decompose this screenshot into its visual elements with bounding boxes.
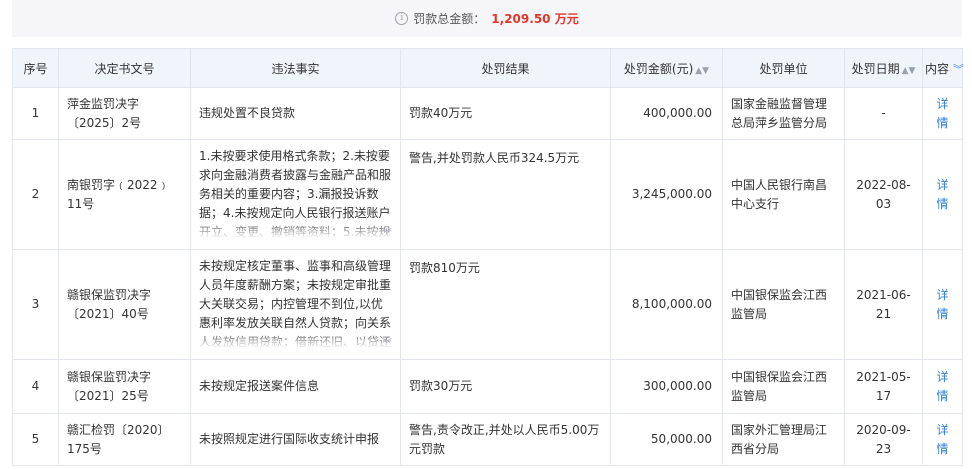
- cell-date: 2022-08-03: [844, 139, 923, 250]
- cell-unit: 中国银保监会江西监管局: [722, 359, 845, 414]
- cell-no: 4: [12, 359, 59, 414]
- cell-unit: 中国人民银行南昌中心支行: [722, 139, 845, 250]
- cell-amount: 50,000.00: [610, 413, 723, 466]
- cell-action: 详情: [922, 413, 963, 466]
- col-header-amount[interactable]: 处罚金额(元) ▲▼: [610, 48, 723, 88]
- cell-amount: 8,100,000.00: [610, 249, 723, 360]
- cell-fact: 1.未按要求使用格式条款；2.未按要求向金融消费者披露与金融产品和服务相关的重要…: [190, 139, 401, 250]
- details-link[interactable]: 详情: [936, 288, 948, 321]
- cell-doc: 南银罚字﹙2022﹚11号: [58, 139, 191, 250]
- cell-date: 2021-06-21: [844, 249, 923, 360]
- cell-doc: 赣汇检罚〔2020〕175号: [58, 413, 191, 466]
- cell-fact: 未按规定报送案件信息: [190, 359, 401, 414]
- cell-no: 1: [12, 87, 59, 140]
- fine-total-summary: i 罚款总金额： 1,209.50 万元: [12, 0, 962, 37]
- cell-unit: 国家外汇管理局江西省分局: [722, 413, 845, 466]
- details-link[interactable]: 详情: [936, 178, 948, 211]
- cell-action: 详情: [922, 139, 963, 250]
- col-header-label: 处罚日期: [851, 61, 900, 76]
- cell-amount: 300,000.00: [610, 359, 723, 414]
- table-header-row: 序号 决定书文号 违法事实 处罚结果 处罚金额(元) ▲▼ 处罚单位 处罚日期 ▲▼…: [12, 48, 964, 88]
- cell-no: 5: [12, 413, 59, 466]
- cell-unit: 中国银保监会江西监管局: [722, 249, 845, 360]
- col-header-label: 违法事实: [271, 61, 320, 76]
- cell-action: 详情: [922, 359, 963, 414]
- cell-result: 罚款40万元: [400, 87, 611, 140]
- cell-amount: 400,000.00: [610, 87, 723, 140]
- cell-fact: 未按规定核定董事、监事和高级管理人员年度薪酬方案；未按规定审批重大关联交易；内控…: [190, 249, 401, 360]
- col-header-result: 处罚结果: [400, 48, 611, 88]
- table-row: 4 赣银保监罚决字〔2021〕25号 未按规定报送案件信息 罚款30万元 300…: [12, 359, 963, 414]
- col-header-label: 处罚结果: [481, 61, 530, 76]
- fact-text-clip: 1.未按要求使用格式条款；2.未按要求向金融消费者披露与金融产品和服务相关的重要…: [199, 147, 392, 242]
- table-row: 3 赣银保监罚决字〔2021〕40号 未按规定核定董事、监事和高级管理人员年度薪…: [12, 249, 963, 360]
- cell-doc: 赣银保监罚决字〔2021〕25号: [58, 359, 191, 414]
- expand-chevron-icon[interactable]: ︾: [382, 225, 392, 242]
- cell-result: 警告,责令改正,并处以人民币5.00万元罚款: [400, 413, 611, 466]
- table-row: 5 赣汇检罚〔2020〕175号 未按照规定进行国际收支统计申报 警告,责令改正…: [12, 413, 963, 466]
- fact-text-clip: 未按规定核定董事、监事和高级管理人员年度薪酬方案；未按规定审批重大关联交易；内控…: [199, 257, 392, 352]
- cell-action: 详情: [922, 87, 963, 140]
- cell-date: -: [844, 87, 923, 140]
- penalty-table: 序号 决定书文号 违法事实 处罚结果 处罚金额(元) ▲▼ 处罚单位 处罚日期 ▲▼…: [12, 48, 964, 466]
- col-header-content: 内容 ︾: [922, 48, 964, 88]
- fade-overlay: [199, 220, 392, 242]
- cell-date: 2020-09-23: [844, 413, 923, 466]
- cell-doc: 萍金监罚决字〔2025〕2号: [58, 87, 191, 140]
- cell-result: 警告,并处罚款人民币324.5万元: [400, 139, 611, 250]
- fine-total-amount: 1,209.50 万元: [491, 12, 579, 26]
- sort-icon[interactable]: ▲▼: [902, 66, 916, 76]
- cell-date: 2021-05-17: [844, 359, 923, 414]
- col-header-label: 处罚单位: [759, 61, 808, 76]
- table-row: 1 萍金监罚决字〔2025〕2号 违规处置不良贷款 罚款40万元 400,000…: [12, 87, 963, 140]
- fade-overlay: [199, 330, 392, 352]
- col-header-no: 序号: [12, 48, 59, 88]
- col-header-label: 序号: [23, 61, 48, 76]
- details-link[interactable]: 详情: [936, 370, 948, 403]
- col-header-fact: 违法事实: [190, 48, 401, 88]
- cell-fact: 违规处置不良贷款: [190, 87, 401, 140]
- col-header-label: 处罚金额(元): [623, 61, 694, 76]
- cell-unit: 国家金融监督管理总局萍乡监管分局: [722, 87, 845, 140]
- expand-chevron-icon[interactable]: ︾: [382, 335, 392, 352]
- col-header-date[interactable]: 处罚日期 ▲▼: [844, 48, 923, 88]
- table-row: 2 南银罚字﹙2022﹚11号 1.未按要求使用格式条款；2.未按要求向金融消费…: [12, 139, 963, 250]
- cell-action: 详情: [922, 249, 963, 360]
- cell-doc: 赣银保监罚决字〔2021〕40号: [58, 249, 191, 360]
- fine-total-label: 罚款总金额：: [413, 12, 486, 26]
- cell-no: 3: [12, 249, 59, 360]
- cell-no: 2: [12, 139, 59, 250]
- col-header-label: 决定书文号: [94, 61, 155, 76]
- col-header-unit: 处罚单位: [722, 48, 845, 88]
- col-header-doc: 决定书文号: [58, 48, 191, 88]
- cell-result: 罚款810万元: [400, 249, 611, 360]
- details-link[interactable]: 详情: [936, 97, 948, 130]
- col-header-label: 内容: [925, 61, 950, 76]
- info-icon: i: [395, 12, 409, 25]
- details-link[interactable]: 详情: [936, 423, 948, 456]
- cell-amount: 3,245,000.00: [610, 139, 723, 250]
- sort-icon[interactable]: ▲▼: [695, 66, 709, 76]
- cell-fact: 未按照规定进行国际收支统计申报: [190, 413, 401, 466]
- double-chevron-down-icon[interactable]: ︾: [953, 63, 964, 76]
- cell-result: 罚款30万元: [400, 359, 611, 414]
